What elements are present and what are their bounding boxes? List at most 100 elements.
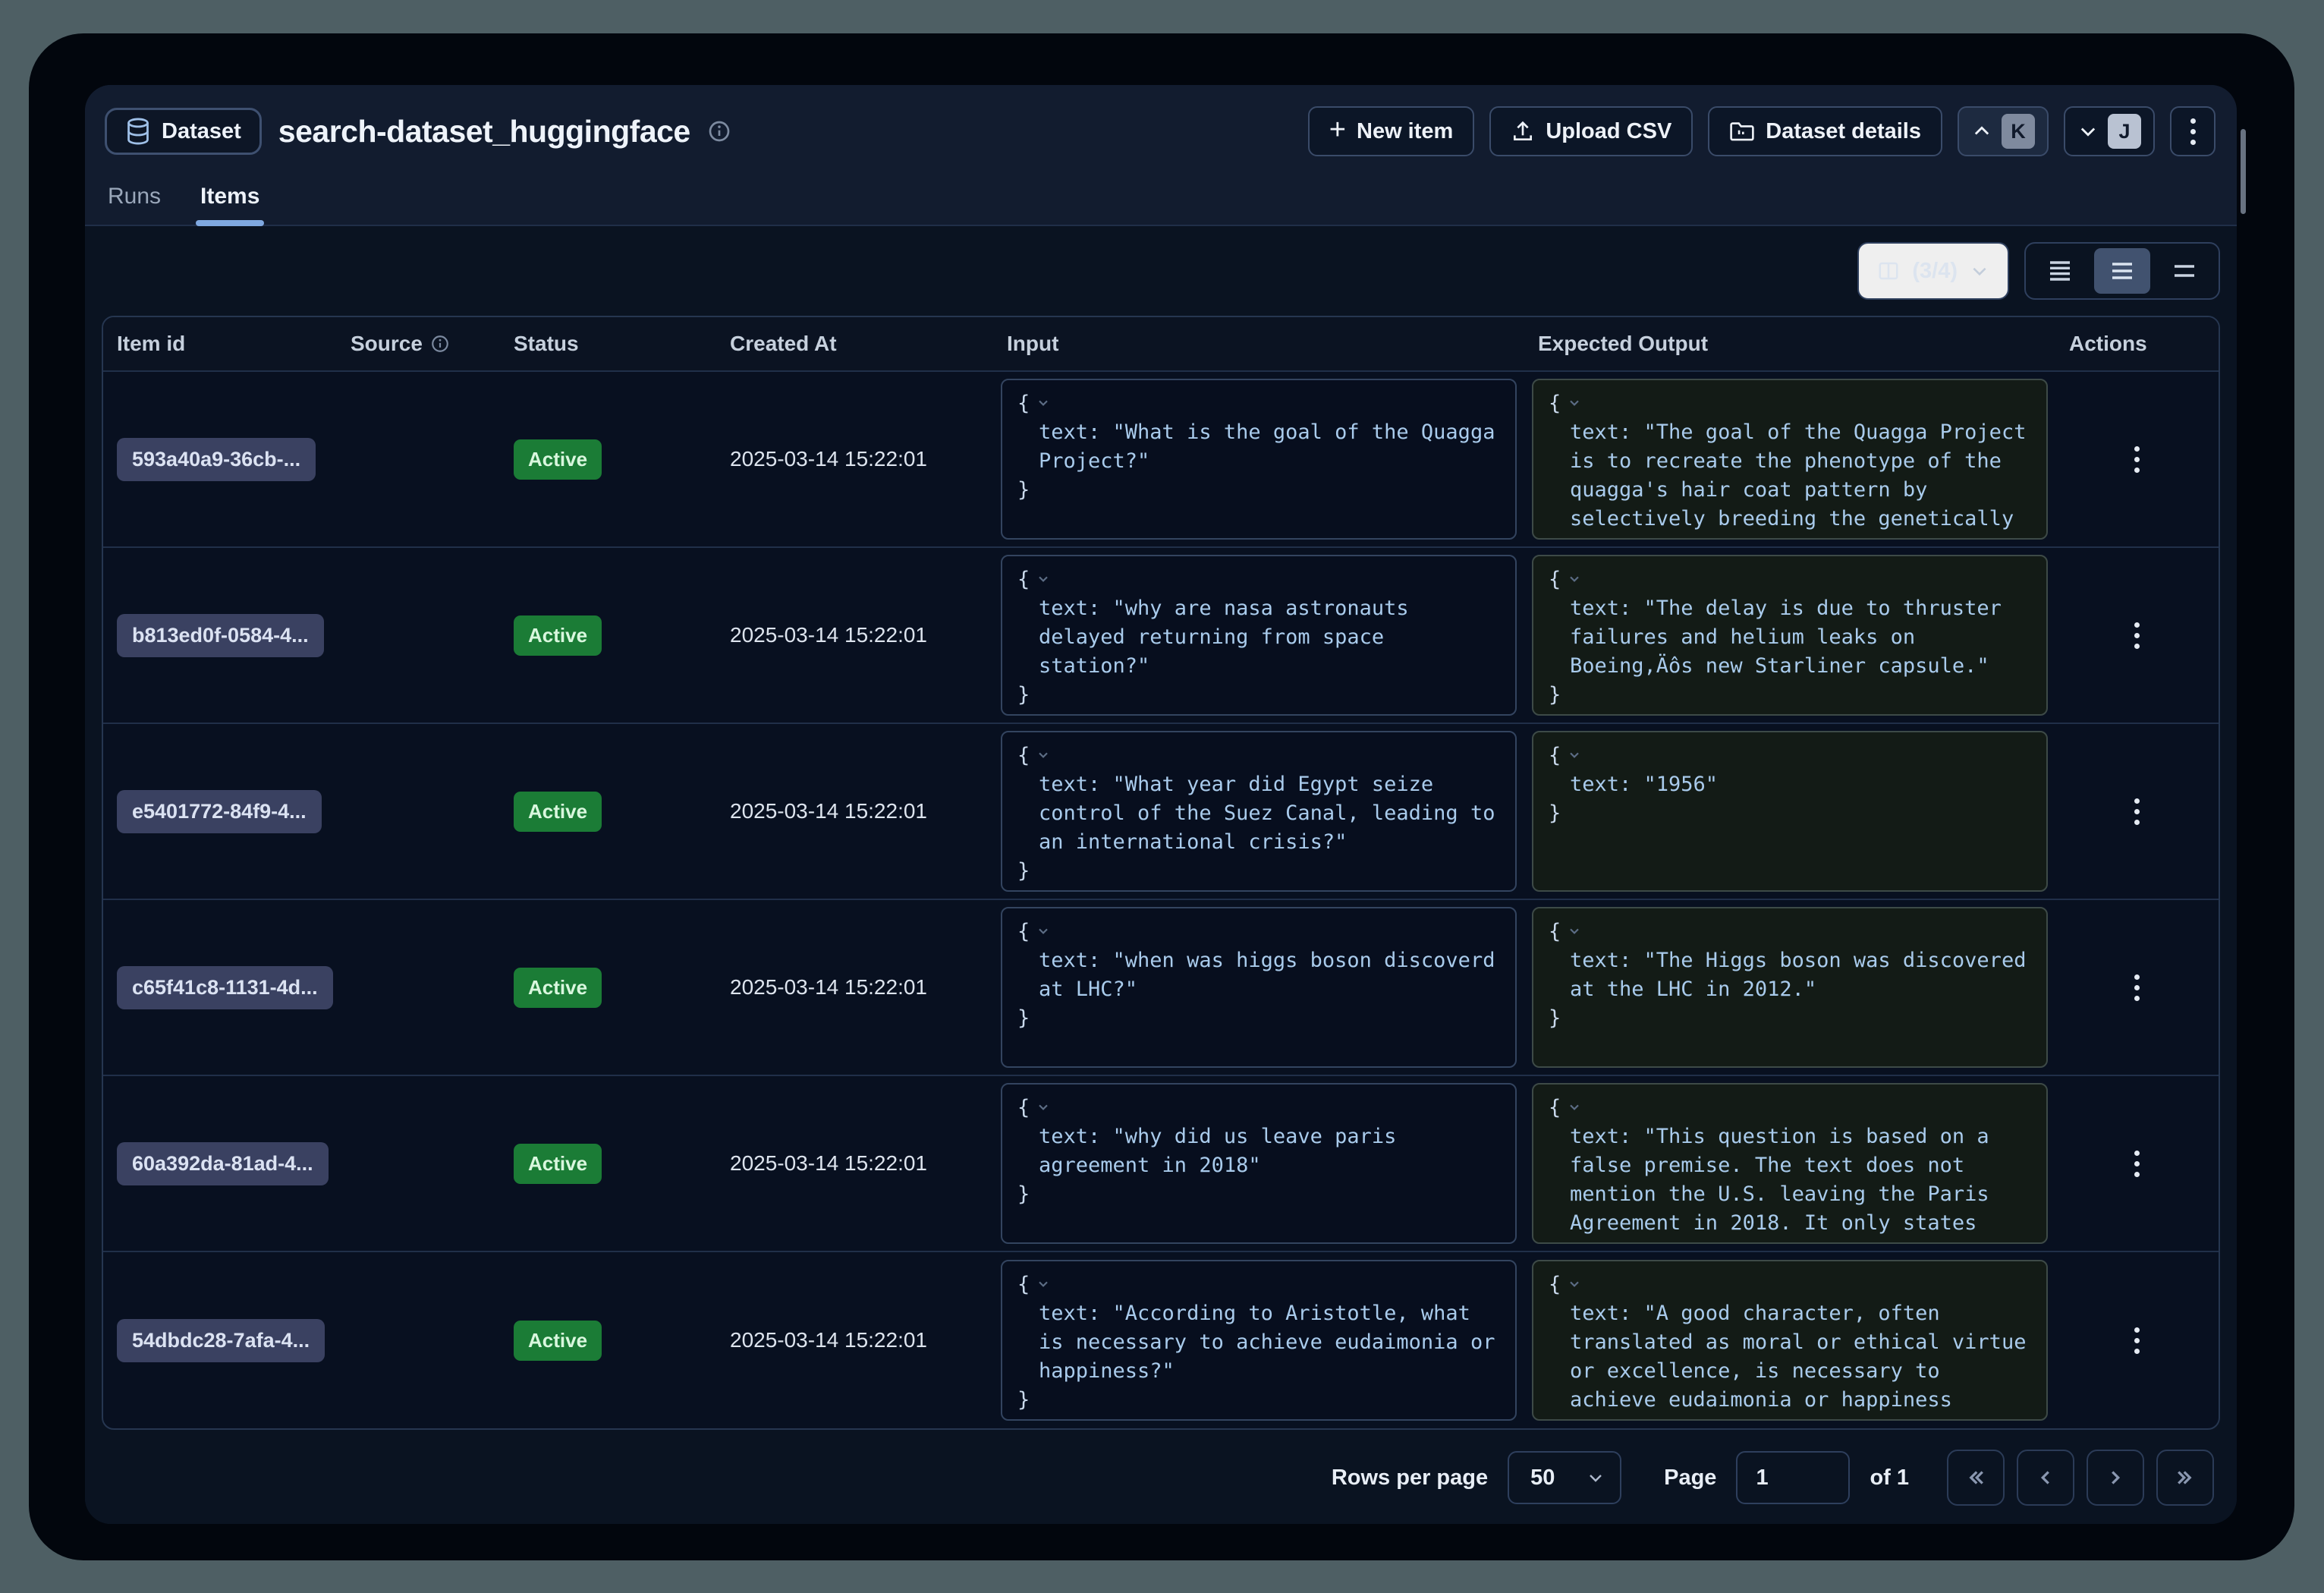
page-total-label: of 1 [1870, 1465, 1909, 1491]
status-badge: Active [514, 439, 602, 480]
dataset-type-badge: Dataset [105, 108, 262, 155]
output-json-box[interactable]: { text: "1956" } [1532, 731, 2048, 892]
input-json-box[interactable]: { text: "why are nasa astronauts delayed… [1001, 555, 1517, 716]
row-actions-menu-button[interactable] [2134, 974, 2140, 1001]
table-row[interactable]: e5401772-84f9-4... Active 2025-03-14 15:… [103, 724, 2219, 900]
output-json-box[interactable]: { text: "The delay is due to thruster fa… [1532, 555, 2048, 716]
item-id-cell: 54dbdc28-7afa-4... [103, 1319, 337, 1362]
item-id-cell: 593a40a9-36cb-... [103, 438, 337, 481]
actions-cell [2055, 974, 2219, 1001]
expected-output-cell: { text: "1956" } [1524, 724, 2055, 899]
keycap-k: K [2002, 114, 2035, 149]
kebab-icon [2134, 798, 2140, 825]
dataset-badge-label: Dataset [162, 119, 241, 144]
status-badge: Active [514, 1321, 602, 1361]
tab-runs[interactable]: Runs [108, 184, 161, 225]
collapse-icon[interactable] [1036, 395, 1051, 410]
density-relaxed-button[interactable] [2156, 248, 2212, 294]
pagination-bar: Rows per page 50 Page of 1 [102, 1430, 2220, 1518]
collapse-icon[interactable] [1036, 571, 1051, 586]
item-id-badge[interactable]: 593a40a9-36cb-... [117, 438, 316, 481]
output-json-text: text: "The Higgs boson was discovered at… [1549, 946, 2031, 1004]
collapse-icon[interactable] [1036, 1099, 1051, 1114]
next-item-shortcut-button[interactable]: J [2064, 106, 2155, 156]
keycap-j: J [2108, 114, 2141, 149]
item-id-badge[interactable]: 54dbdc28-7afa-4... [117, 1319, 325, 1362]
column-header-created-at: Created At [716, 332, 993, 356]
table-row[interactable]: c65f41c8-1131-4d... Active 2025-03-14 15… [103, 900, 2219, 1076]
page-number-input[interactable] [1736, 1451, 1850, 1504]
row-actions-menu-button[interactable] [2134, 1327, 2140, 1354]
table-body: 593a40a9-36cb-... Active 2025-03-14 15:2… [103, 372, 2219, 1428]
collapse-icon[interactable] [1036, 747, 1051, 762]
tab-bar: Runs Items [105, 184, 2216, 225]
output-json-box[interactable]: { text: "A good character, often transla… [1532, 1260, 2048, 1421]
collapse-icon[interactable] [1567, 395, 1582, 410]
columns-selector-button[interactable]: (3/4) [1857, 242, 2009, 300]
output-json-box[interactable]: { text: "This question is based on a fal… [1532, 1083, 2048, 1244]
collapse-icon[interactable] [1036, 1276, 1051, 1291]
item-id-badge[interactable]: e5401772-84f9-4... [117, 790, 322, 833]
last-page-button[interactable] [2156, 1450, 2214, 1506]
rows-per-page-select[interactable]: 50 [1508, 1451, 1621, 1504]
collapse-icon[interactable] [1036, 923, 1051, 938]
prev-item-shortcut-button[interactable]: K [1958, 106, 2049, 156]
input-json-box[interactable]: { text: "when was higgs boson discoverd … [1001, 907, 1517, 1068]
collapse-icon[interactable] [1567, 1099, 1582, 1114]
collapse-icon[interactable] [1567, 1276, 1582, 1291]
item-id-badge[interactable]: 60a392da-81ad-4... [117, 1142, 329, 1185]
new-item-button[interactable]: + New item [1308, 106, 1475, 156]
header-overflow-menu-button[interactable] [2170, 106, 2216, 156]
kebab-icon [2134, 974, 2140, 1001]
first-page-button[interactable] [1947, 1450, 2005, 1506]
item-id-cell: c65f41c8-1131-4d... [103, 966, 337, 1009]
collapse-icon[interactable] [1567, 923, 1582, 938]
item-id-badge[interactable]: b813ed0f-0584-4... [117, 614, 324, 657]
table-row[interactable]: 60a392da-81ad-4... Active 2025-03-14 15:… [103, 1076, 2219, 1252]
status-cell: Active [500, 792, 716, 832]
info-icon[interactable] [707, 119, 731, 143]
row-actions-menu-button[interactable] [2134, 446, 2140, 473]
row-actions-menu-button[interactable] [2134, 622, 2140, 649]
input-json-box[interactable]: { text: "why did us leave paris agreemen… [1001, 1083, 1517, 1244]
item-id-cell: 60a392da-81ad-4... [103, 1142, 337, 1185]
columns-count-label: (3/4) [1912, 259, 1958, 284]
input-json-box[interactable]: { text: "According to Aristotle, what is… [1001, 1260, 1517, 1421]
density-medium-button[interactable] [2094, 248, 2150, 294]
input-json-box[interactable]: { text: "What is the goal of the Quagga … [1001, 379, 1517, 540]
output-json-box[interactable]: { text: "The goal of the Quagga Project … [1532, 379, 2048, 540]
input-json-box[interactable]: { text: "What year did Egypt seize contr… [1001, 731, 1517, 892]
input-json-text: text: "What year did Egypt seize control… [1017, 770, 1500, 857]
status-badge: Active [514, 968, 602, 1008]
upload-csv-button[interactable]: Upload CSV [1489, 106, 1693, 156]
output-json-box[interactable]: { text: "The Higgs boson was discovered … [1532, 907, 2048, 1068]
folder-icon [1729, 119, 1755, 143]
previous-page-button[interactable] [2017, 1450, 2074, 1506]
collapse-icon[interactable] [1567, 571, 1582, 586]
next-page-button[interactable] [2087, 1450, 2144, 1506]
row-actions-menu-button[interactable] [2134, 1151, 2140, 1177]
item-id-cell: b813ed0f-0584-4... [103, 614, 337, 657]
input-cell: { text: "when was higgs boson discoverd … [993, 900, 1524, 1075]
actions-cell [2055, 446, 2219, 473]
dataset-details-button[interactable]: Dataset details [1708, 106, 1942, 156]
table-header-row: Item id Source Status Created At Input E… [103, 317, 2219, 372]
collapse-icon[interactable] [1567, 747, 1582, 762]
app-header: Dataset search-dataset_huggingface + New… [85, 85, 2237, 226]
table-row[interactable]: 54dbdc28-7afa-4... Active 2025-03-14 15:… [103, 1252, 2219, 1428]
chevron-down-icon [1587, 1469, 1605, 1487]
density-compact-button[interactable] [2032, 248, 2088, 294]
kebab-icon [2134, 1151, 2140, 1177]
table-row[interactable]: 593a40a9-36cb-... Active 2025-03-14 15:2… [103, 372, 2219, 548]
rows-per-page-label: Rows per page [1332, 1465, 1488, 1491]
status-cell: Active [500, 1144, 716, 1184]
info-icon[interactable] [430, 334, 450, 354]
scrollbar-thumb[interactable] [2241, 129, 2246, 214]
output-json-text: text: "This question is based on a false… [1549, 1122, 2031, 1244]
tab-items[interactable]: Items [200, 184, 259, 225]
item-id-badge[interactable]: c65f41c8-1131-4d... [117, 966, 333, 1009]
column-header-expected-output: Expected Output [1524, 332, 2055, 356]
table-row[interactable]: b813ed0f-0584-4... Active 2025-03-14 15:… [103, 548, 2219, 724]
row-actions-menu-button[interactable] [2134, 798, 2140, 825]
created-at-cell: 2025-03-14 15:22:01 [716, 447, 993, 471]
